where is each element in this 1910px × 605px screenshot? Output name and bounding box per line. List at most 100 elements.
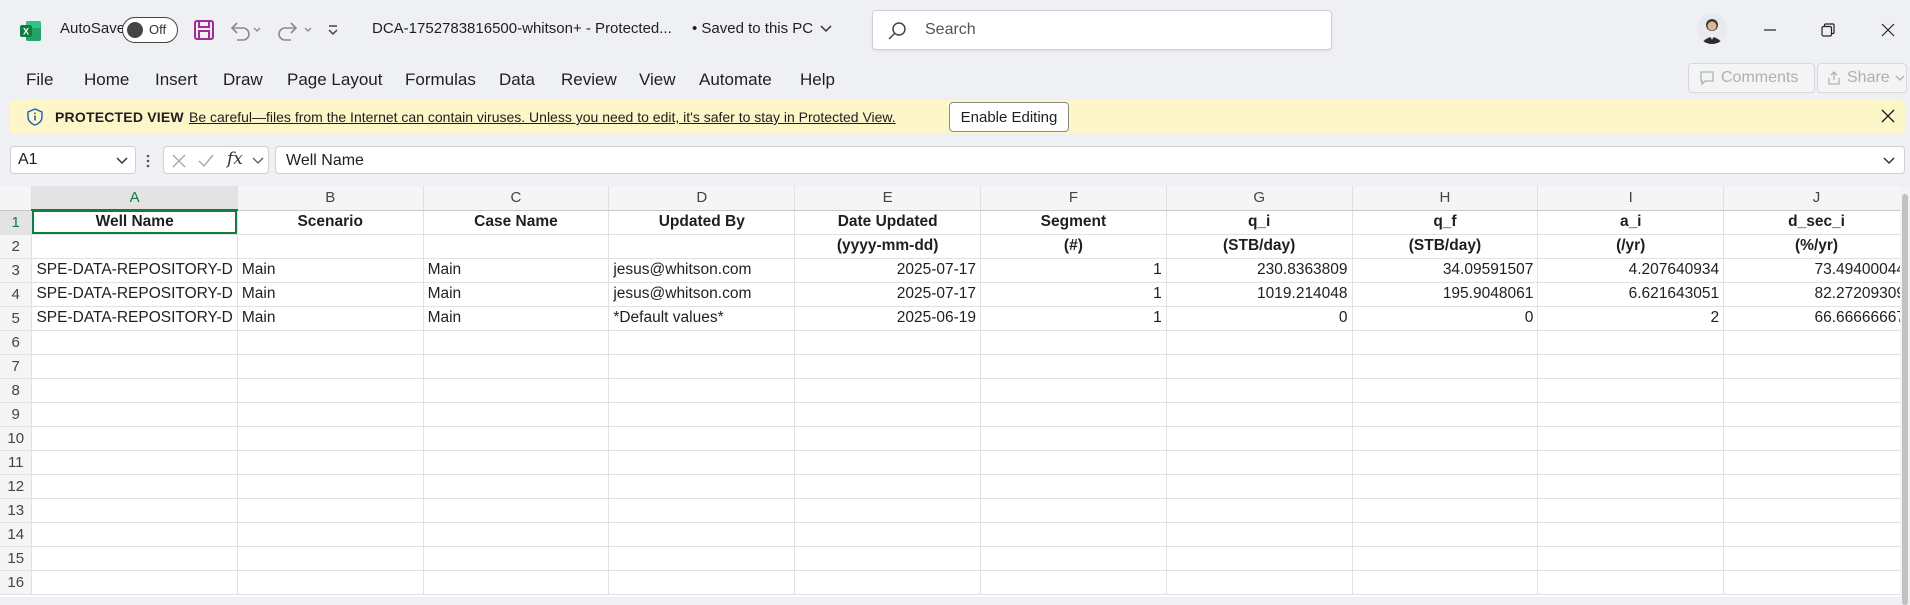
cell-h13[interactable] [1352, 498, 1539, 523]
cell-h4[interactable]: 195.9048061 [1352, 282, 1539, 307]
cell-h5[interactable]: 0 [1352, 306, 1539, 331]
minimize-button[interactable] [1750, 12, 1790, 48]
cell-b5[interactable]: Main [237, 306, 424, 331]
cell-j4[interactable]: 82.27209309 [1723, 282, 1910, 307]
row-header[interactable]: 13 [0, 498, 33, 523]
cell-e9[interactable] [794, 402, 982, 427]
cell-j2[interactable]: (%/yr) [1723, 234, 1910, 259]
cell-g3[interactable]: 230.8363809 [1166, 258, 1353, 283]
cell-j7[interactable] [1723, 354, 1910, 379]
cell-e15[interactable] [794, 546, 982, 571]
cell-d8[interactable] [608, 378, 796, 403]
cell-f3[interactable]: 1 [980, 258, 1167, 283]
tab-insert[interactable]: Insert [155, 70, 198, 90]
tab-file[interactable]: File [26, 70, 53, 90]
cell-i10[interactable] [1537, 426, 1725, 451]
cell-h14[interactable] [1352, 522, 1539, 547]
cell-c2[interactable] [423, 234, 610, 259]
cell-a14[interactable] [31, 522, 238, 547]
cell-h3[interactable]: 34.09591507 [1352, 258, 1539, 283]
cell-a10[interactable] [31, 426, 238, 451]
cell-j8[interactable] [1723, 378, 1910, 403]
customize-toolbar-button[interactable] [326, 16, 340, 44]
comments-button[interactable]: Comments [1688, 63, 1815, 93]
cancel-icon[interactable] [172, 154, 186, 168]
cell-e4[interactable]: 2025-07-17 [794, 282, 982, 307]
cell-h12[interactable] [1352, 474, 1539, 499]
expand-formula-bar-icon[interactable] [1882, 156, 1896, 166]
row-header[interactable]: 7 [0, 354, 33, 379]
column-header-a[interactable]: A [31, 186, 238, 211]
cell-c16[interactable] [423, 570, 610, 595]
cell-e3[interactable]: 2025-07-17 [794, 258, 982, 283]
row-header[interactable]: 5 [0, 306, 33, 331]
cell-g8[interactable] [1166, 378, 1353, 403]
cell-g15[interactable] [1166, 546, 1353, 571]
cell-h1[interactable]: q_f [1352, 210, 1539, 235]
cell-g13[interactable] [1166, 498, 1353, 523]
column-header-e[interactable]: E [794, 186, 982, 211]
row-header[interactable]: 3 [0, 258, 33, 283]
cell-g9[interactable] [1166, 402, 1353, 427]
cell-e12[interactable] [794, 474, 982, 499]
cell-e6[interactable] [794, 330, 982, 355]
close-icon[interactable] [1880, 108, 1896, 124]
cell-h8[interactable] [1352, 378, 1539, 403]
tab-home[interactable]: Home [84, 70, 129, 90]
cell-e5[interactable]: 2025-06-19 [794, 306, 982, 331]
cell-f10[interactable] [980, 426, 1167, 451]
cell-c13[interactable] [423, 498, 610, 523]
cell-c4[interactable]: Main [423, 282, 610, 307]
cell-j10[interactable] [1723, 426, 1910, 451]
tab-help[interactable]: Help [800, 70, 835, 90]
tab-review[interactable]: Review [561, 70, 617, 90]
row-header[interactable]: 15 [0, 546, 33, 571]
cell-g14[interactable] [1166, 522, 1353, 547]
column-header-j[interactable]: J [1723, 186, 1910, 211]
cell-f1[interactable]: Segment [980, 210, 1167, 235]
close-window-button[interactable] [1868, 12, 1908, 48]
cell-h10[interactable] [1352, 426, 1539, 451]
cell-e8[interactable] [794, 378, 982, 403]
worksheet-grid[interactable]: ABCDEFGHIJ 1 Well Name Scenario Case Name Up… [0, 186, 1910, 597]
cell-d14[interactable] [608, 522, 796, 547]
cell-h11[interactable] [1352, 450, 1539, 475]
column-header-f[interactable]: F [980, 186, 1167, 211]
cell-i16[interactable] [1537, 570, 1725, 595]
column-header-d[interactable]: D [608, 186, 796, 211]
cell-f11[interactable] [980, 450, 1167, 475]
cell-a6[interactable] [31, 330, 238, 355]
row-header[interactable]: 12 [0, 474, 33, 499]
cell-i2[interactable]: (/yr) [1537, 234, 1725, 259]
cell-e14[interactable] [794, 522, 982, 547]
tab-page-layout[interactable]: Page Layout [287, 70, 382, 90]
cell-b16[interactable] [237, 570, 424, 595]
cell-g7[interactable] [1166, 354, 1353, 379]
cell-e16[interactable] [794, 570, 982, 595]
cell-c7[interactable] [423, 354, 610, 379]
cell-j5[interactable]: 66.66666667 [1723, 306, 1910, 331]
enable-editing-button[interactable]: Enable Editing [949, 102, 1069, 132]
select-all-corner[interactable] [0, 186, 33, 211]
scrollbar-thumb[interactable] [1902, 194, 1908, 605]
cell-g1[interactable]: q_i [1166, 210, 1353, 235]
cell-e2[interactable]: (yyyy-mm-dd) [794, 234, 982, 259]
cell-c14[interactable] [423, 522, 610, 547]
cell-h6[interactable] [1352, 330, 1539, 355]
cell-e10[interactable] [794, 426, 982, 451]
cell-f5[interactable]: 1 [980, 306, 1167, 331]
cell-d13[interactable] [608, 498, 796, 523]
cell-a16[interactable] [31, 570, 238, 595]
avatar[interactable] [1697, 14, 1727, 44]
cell-i12[interactable] [1537, 474, 1725, 499]
cell-g11[interactable] [1166, 450, 1353, 475]
column-header-b[interactable]: B [237, 186, 424, 211]
cell-b13[interactable] [237, 498, 424, 523]
cell-d1[interactable]: Updated By [608, 210, 796, 235]
save-button[interactable] [193, 16, 215, 44]
cell-e11[interactable] [794, 450, 982, 475]
cell-a13[interactable] [31, 498, 238, 523]
cell-b1[interactable]: Scenario [237, 210, 424, 235]
formula-input[interactable]: Well Name [275, 146, 1905, 174]
cell-i7[interactable] [1537, 354, 1725, 379]
